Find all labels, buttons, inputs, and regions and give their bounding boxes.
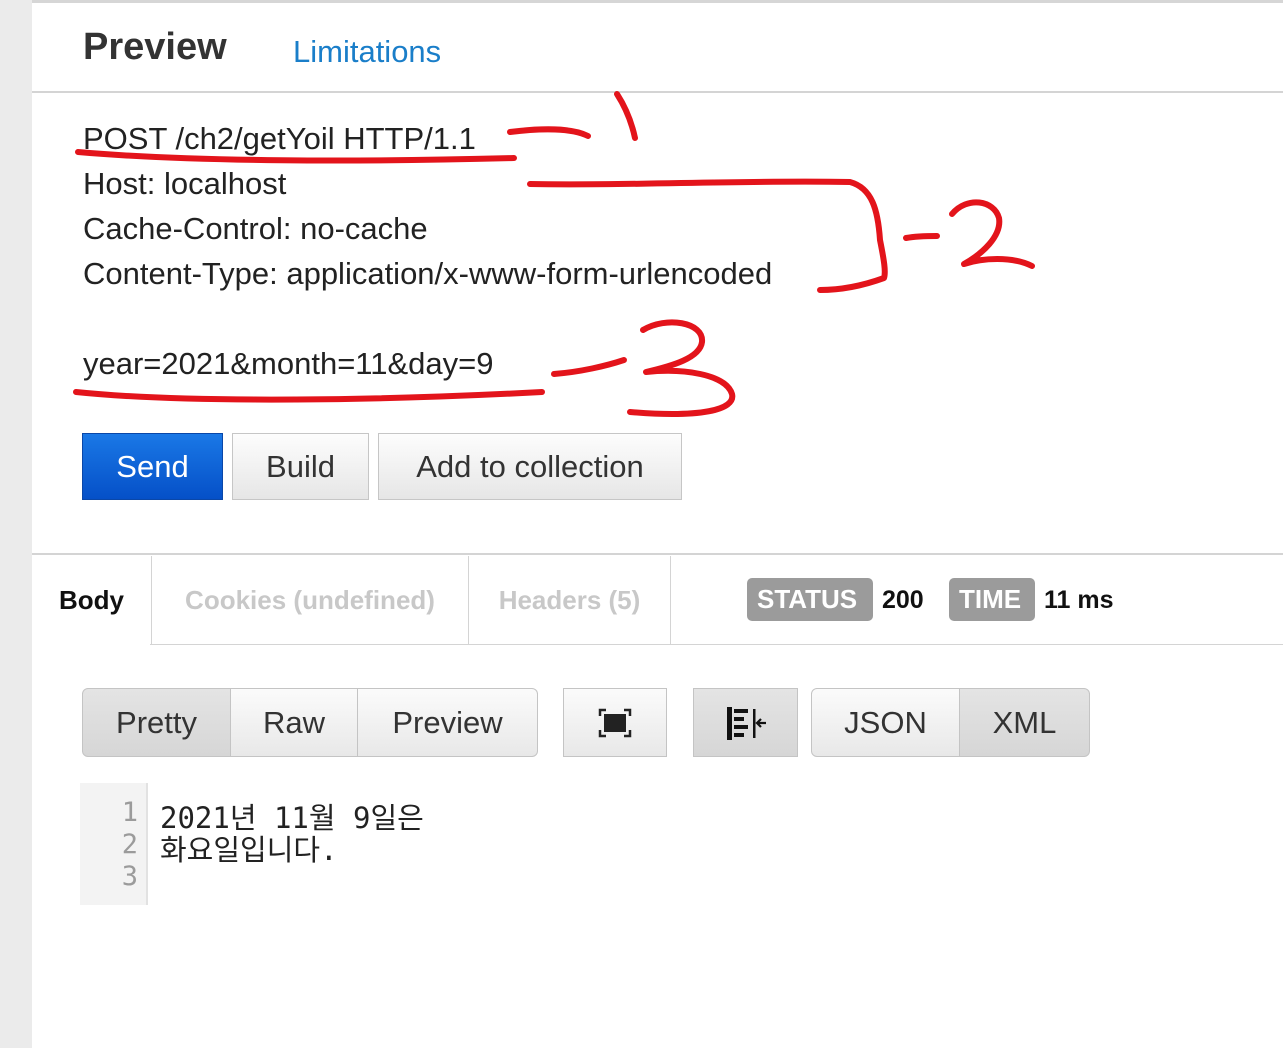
annotation-dash-3 — [551, 357, 627, 377]
tab-body[interactable]: Body — [32, 556, 151, 644]
request-header-cache-control: Cache-Control: no-cache — [83, 211, 428, 246]
fullscreen-icon — [598, 708, 632, 737]
line-number: 2 — [121, 829, 138, 860]
time-value: 11 ms — [1044, 586, 1114, 614]
divider — [32, 553, 1283, 555]
annotation-dash-2 — [903, 233, 940, 241]
pretty-button[interactable]: Pretty — [82, 688, 231, 757]
tab-cookies[interactable]: Cookies (undefined) — [151, 556, 469, 644]
request-body: year=2021&month=11&day=9 — [83, 346, 494, 381]
postman-request-preview: Preview Limitations POST /ch2/getYoil HT… — [32, 0, 1283, 1048]
line-number: 3 — [121, 861, 138, 892]
add-to-collection-button[interactable]: Add to collection — [378, 433, 682, 500]
request-header-host: Host: localhost — [83, 166, 287, 201]
status-value: 200 — [882, 586, 924, 614]
annotation-numeral-3 — [627, 319, 736, 417]
wrap-lines-icon — [726, 706, 766, 740]
tab-limitations[interactable]: Limitations — [293, 34, 441, 70]
fullscreen-button[interactable] — [563, 688, 667, 757]
xml-button[interactable]: XML — [960, 688, 1090, 757]
tab-preview[interactable]: Preview — [83, 26, 227, 69]
line-number: 1 — [121, 797, 138, 828]
preview-button[interactable]: Preview — [358, 688, 538, 757]
status-badge: STATUS — [747, 578, 873, 621]
annotation-dash-1 — [507, 126, 591, 139]
raw-button[interactable]: Raw — [231, 688, 358, 757]
divider — [150, 644, 1283, 645]
send-button[interactable]: Send — [82, 433, 223, 500]
left-margin — [0, 0, 32, 1048]
annotation-underline-3 — [73, 389, 545, 403]
request-line: POST /ch2/getYoil HTTP/1.1 — [83, 121, 476, 156]
request-header-content-type: Content-Type: application/x-www-form-url… — [83, 256, 773, 291]
handwritten-annotations: 1 2 3 — [73, 91, 1035, 417]
divider — [32, 91, 1283, 93]
json-button[interactable]: JSON — [811, 688, 960, 757]
tab-headers[interactable]: Headers (5) — [469, 556, 671, 644]
response-line: 화요일입니다. — [160, 833, 338, 867]
annotation-numeral-1 — [614, 91, 638, 141]
wrap-lines-button[interactable] — [693, 688, 798, 757]
build-button[interactable]: Build — [232, 433, 369, 500]
time-badge: TIME — [949, 578, 1035, 621]
annotation-numeral-2 — [949, 199, 1035, 269]
